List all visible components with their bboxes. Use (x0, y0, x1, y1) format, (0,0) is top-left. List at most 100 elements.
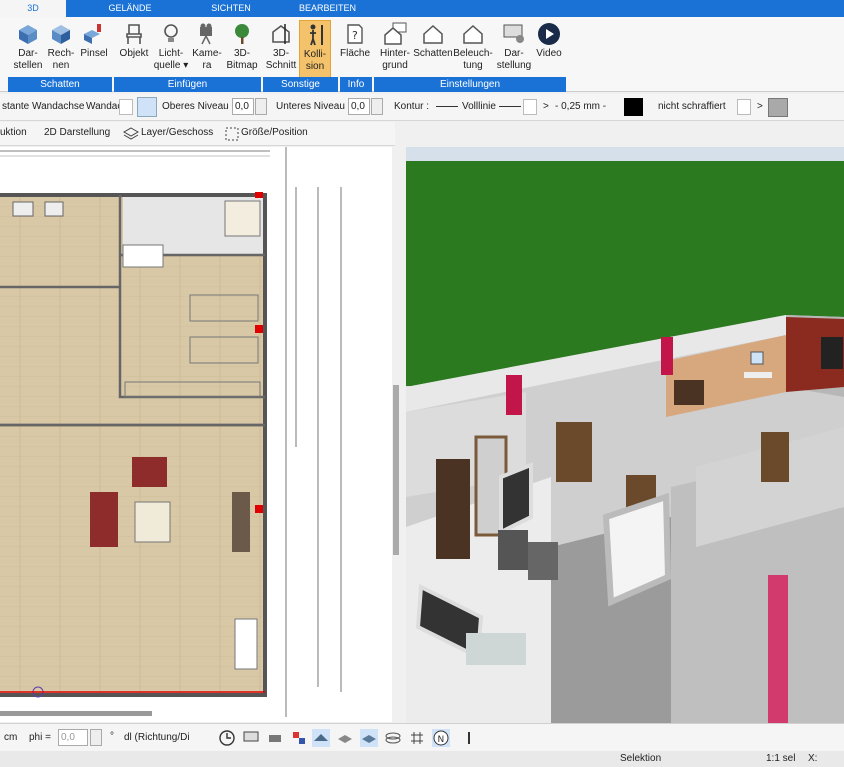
hatch-color-swatch[interactable] (768, 98, 788, 117)
kamera-button[interactable]: Kame-ra (190, 20, 224, 80)
contour-label: Kontur : (394, 101, 430, 112)
kollision-button[interactable]: Kolli-sion (299, 20, 331, 80)
sink-unit (12, 201, 34, 217)
line-style-select[interactable]: Volllinie (462, 101, 496, 112)
tab-sichten[interactable]: SICHTEN (196, 0, 266, 17)
status-bar: Selektion 1:1 sel X: (0, 751, 844, 767)
line-sample-left (436, 106, 458, 107)
plane-view-icon[interactable] (312, 729, 330, 747)
walls-icon[interactable] (336, 729, 354, 747)
house-bg-icon (384, 22, 407, 45)
svg-text:N: N (438, 735, 445, 745)
status-x-label: X: (808, 753, 818, 764)
group-einfuegen: Einfügen (114, 77, 261, 92)
desk-3d (744, 372, 772, 378)
horizontal-scrollbar[interactable] (0, 711, 152, 716)
phi-input[interactable]: 0,0 (58, 729, 88, 746)
wall-axis-select[interactable]: Wandac (86, 101, 122, 112)
lichtquelle-button[interactable]: Licht-quelle ▾ (153, 20, 189, 80)
properties-bar: stante Wandachse Wandac Oberes Niveau 0,… (0, 94, 844, 121)
monitor-gear-icon (503, 24, 524, 43)
cabinet (224, 200, 261, 237)
cube-icon (19, 25, 37, 44)
group-einstellungen: Einstellungen (374, 77, 566, 92)
cube-shade-icon (52, 25, 70, 44)
darstellung-button[interactable]: Dar-stellung (494, 20, 534, 80)
upper-level-label: Oberes Niveau (162, 101, 229, 112)
monitor-icon[interactable] (242, 729, 260, 747)
stack-icon[interactable] (384, 729, 402, 747)
tree-icon (235, 24, 249, 44)
layer-button[interactable]: Layer/Geschoss (141, 127, 213, 138)
dresser (674, 380, 704, 405)
tab-3d[interactable]: 3D (0, 0, 66, 17)
floor-plan-2d[interactable] (0, 147, 392, 722)
phi-spinner[interactable] (90, 729, 102, 746)
beleuchtung-button[interactable]: Beleuch-tung (453, 20, 493, 80)
ribbon-tab-bar: 3D GELÄNDE SICHTEN BEARBEITEN (0, 0, 844, 17)
pinsel-button[interactable]: Pinsel (79, 20, 109, 80)
floor-icon[interactable] (360, 729, 378, 747)
red-marker (255, 192, 263, 198)
construction-button[interactable]: uktion (0, 127, 27, 138)
fill-color-swatch[interactable] (624, 98, 643, 116)
lower-level-spinner[interactable] (371, 98, 383, 115)
3d-view[interactable] (406, 147, 844, 724)
grid-icon[interactable] (408, 729, 426, 747)
objekt-button[interactable]: Objekt (117, 20, 151, 80)
wall-align-icon[interactable] (137, 97, 157, 117)
flaeche-button[interactable]: ? Fläche (338, 20, 372, 80)
unit-label: cm (4, 732, 18, 743)
hatch-next-button[interactable]: > (757, 101, 763, 112)
upper-level-spinner[interactable] (255, 98, 267, 115)
status-mode: Selektion (620, 753, 662, 764)
direction-select[interactable]: dl (Richtung/Di (124, 732, 190, 743)
dropdown-arrow-icon[interactable] (119, 99, 133, 115)
line-next-button[interactable]: > (543, 101, 549, 112)
coffee-table (134, 501, 171, 543)
window-dark (821, 337, 843, 369)
2d-view-button[interactable]: 2D Darstellung (44, 127, 110, 138)
door-brown (436, 459, 470, 559)
chair-icon (126, 24, 142, 44)
north-icon[interactable]: N (432, 729, 450, 747)
pink-pillar-front (768, 575, 788, 724)
desk (234, 618, 258, 670)
bulb-icon (164, 24, 178, 42)
group-schatten: Schatten (8, 77, 112, 92)
pink-pillar (506, 375, 522, 415)
floor-area (0, 195, 265, 695)
video-button[interactable]: Video (534, 20, 564, 80)
tab-gelaende[interactable]: GELÄNDE (95, 0, 165, 17)
play-icon (538, 23, 560, 45)
stove (528, 542, 558, 580)
lower-level-input[interactable]: 0,0 (348, 98, 370, 115)
armchair-left (90, 492, 118, 547)
darstellen-button[interactable]: Dar-stellen (10, 20, 46, 80)
line-thickness-select[interactable]: - 0,25 mm - (555, 101, 606, 112)
dropdown-arrow-icon[interactable] (523, 99, 537, 115)
group-sonstige: Sonstige (263, 77, 338, 92)
print-icon[interactable] (266, 729, 284, 747)
upper-level-input[interactable]: 0,0 (232, 98, 254, 115)
hatch-select[interactable]: nicht schraffiert (658, 101, 726, 112)
pin-icon[interactable] (460, 729, 478, 747)
status-scale: 1:1 sel (766, 753, 796, 764)
3d-schnitt-button[interactable]: 3D- Schnitt (264, 20, 298, 80)
clock-icon[interactable] (218, 729, 236, 747)
tab-bearbeiten[interactable]: BEARBEITEN (290, 0, 365, 17)
stove-unit (44, 201, 64, 217)
area-icon: ? (347, 24, 363, 44)
dropdown-arrow-icon[interactable] (737, 99, 751, 115)
wall-axis-label: stante Wandachse (2, 101, 85, 112)
line-sample-right (499, 106, 521, 107)
hintergrund-button[interactable]: Hinter-grund (377, 20, 413, 80)
size-position-button[interactable]: Größe/Position (241, 127, 308, 138)
bathtub (466, 633, 526, 665)
3d-bitmap-button[interactable]: 3D- Bitmap (224, 20, 260, 80)
rechnen-button[interactable]: Rech-nen (46, 20, 76, 80)
palette-icon[interactable] (290, 729, 308, 747)
splitter-scrollbar[interactable] (393, 385, 399, 555)
schatten-button[interactable]: Schatten (413, 20, 453, 80)
phi-label: phi = (29, 732, 51, 743)
